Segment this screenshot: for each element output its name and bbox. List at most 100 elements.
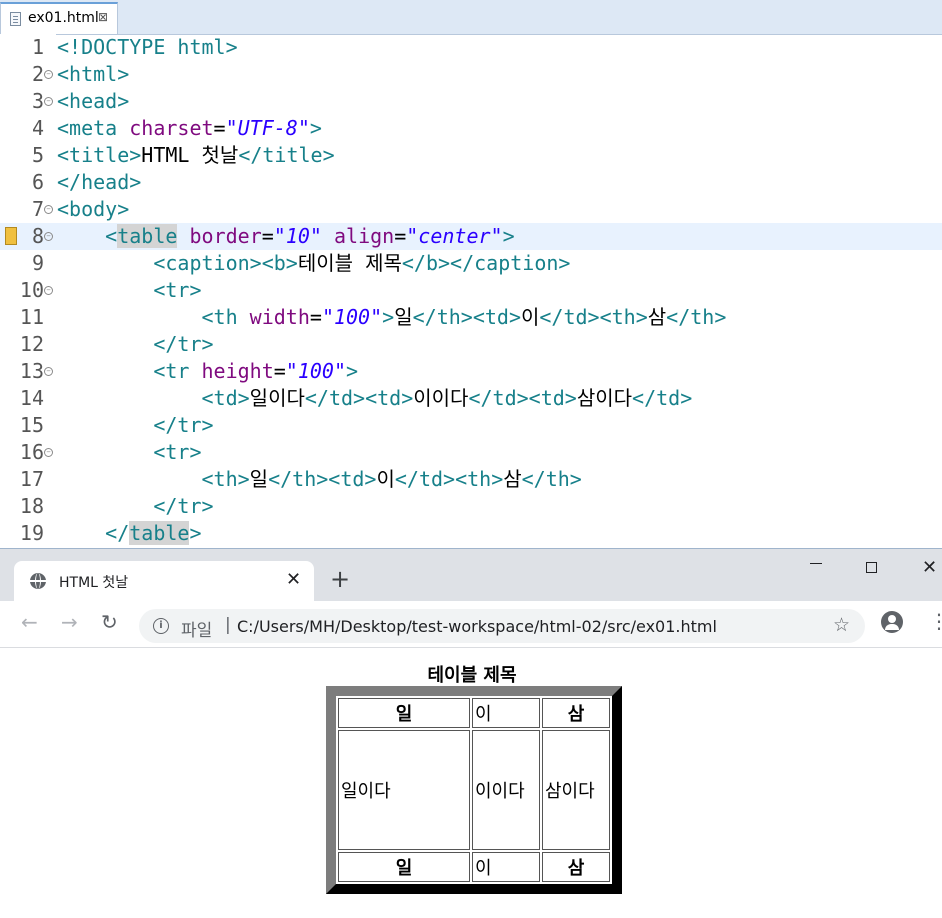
code-token: >: [309, 116, 322, 140]
line-number: 18: [19, 494, 44, 518]
fold-toggle-icon[interactable]: −: [44, 286, 53, 295]
code-token: <caption><b>: [153, 251, 298, 275]
code-token: </b></caption>: [401, 251, 571, 275]
back-button[interactable]: ←: [21, 610, 38, 634]
minimize-button[interactable]: [810, 563, 822, 564]
code-line[interactable]: 17 <th>일</th><td>이</td><th>삼</th>: [0, 466, 942, 493]
forward-button[interactable]: →: [61, 610, 78, 634]
info-icon[interactable]: i: [153, 618, 169, 634]
reload-button[interactable]: ↻: [101, 610, 118, 634]
code-line[interactable]: 15 </tr>: [0, 412, 942, 439]
line-number: 5: [31, 143, 44, 167]
code-line[interactable]: 1 <!DOCTYPE html>: [0, 34, 942, 61]
line-number: 10: [19, 278, 44, 302]
line-number: 11: [19, 305, 44, 329]
fold-toggle-icon[interactable]: −: [44, 97, 53, 106]
code-token: </td><td>: [304, 386, 414, 410]
code-token: >: [346, 359, 359, 383]
code-line[interactable]: 14 <td>일이다</td><td>이이다</td><td>삼이다</td>: [0, 385, 942, 412]
code-token: >: [382, 305, 395, 329]
code-token: </td><th>: [394, 467, 504, 491]
fold-toggle-icon[interactable]: −: [44, 232, 53, 241]
code-line[interactable]: 9 <caption><b>테이블 제목</b></caption>: [0, 250, 942, 277]
code-token: 일이다: [249, 386, 305, 410]
code-line[interactable]: 3− <head>: [0, 88, 942, 115]
close-tab-icon[interactable]: ⊠: [98, 10, 108, 24]
code-line[interactable]: 4 <meta charset="UTF-8">: [0, 115, 942, 142]
code-token: </tr>: [153, 413, 214, 437]
code-token: </td><td>: [468, 386, 577, 410]
code-text: <meta charset="UTF-8">: [57, 115, 322, 142]
code-line[interactable]: 8− <table border="10" align="center">: [0, 223, 942, 250]
code-text: <th width="100">일</th><td>이</td><th>삼</t…: [57, 304, 727, 331]
code-token: <html>: [57, 62, 130, 86]
bookmark-star-icon[interactable]: ☆: [833, 614, 850, 636]
line-number: 16: [19, 440, 44, 464]
line-number: 15: [19, 413, 44, 437]
code-line[interactable]: 2− <html>: [0, 61, 942, 88]
code-line[interactable]: 16− <tr>: [0, 439, 942, 466]
code-token: >: [189, 521, 202, 545]
code-token: </tr>: [153, 494, 214, 518]
code-token: </td>: [632, 386, 693, 410]
code-token: <tr>: [153, 278, 202, 302]
code-token: 일: [394, 305, 413, 329]
code-line[interactable]: 6 </head>: [0, 169, 942, 196]
line-number: 4: [31, 116, 44, 140]
code-token: 이: [376, 467, 395, 491]
code-line[interactable]: 13− <tr height="100">: [0, 358, 942, 385]
code-token: table: [129, 521, 190, 545]
maximize-button[interactable]: [866, 562, 877, 573]
code-text: <head>: [57, 88, 129, 115]
code-line[interactable]: 11 <th width="100">일</th><td>이</td><th>삼…: [0, 304, 942, 331]
code-line[interactable]: 18 </tr>: [0, 493, 942, 520]
code-text: </table>: [57, 520, 202, 547]
code-token: =: [213, 116, 226, 140]
url-text[interactable]: C:/Users/MH/Desktop/test-workspace/html-…: [237, 617, 717, 636]
code-token: align: [334, 224, 395, 248]
code-editor[interactable]: ex01.html ⊠ 1 <!DOCTYPE html> 2− <html> 3− <h…: [0, 0, 942, 548]
code-line[interactable]: 12 </tr>: [0, 331, 942, 358]
window-close-button[interactable]: ✕: [922, 557, 937, 578]
table-row: 일이다 이이다 삼이다: [338, 730, 610, 850]
code-token: </title>: [238, 143, 335, 167]
globe-icon: [30, 573, 46, 589]
code-line[interactable]: 5 <title>HTML 첫날</title>: [0, 142, 942, 169]
code-area[interactable]: 1 <!DOCTYPE html> 2− <html> 3− <head> 4 <meta c…: [0, 34, 942, 547]
code-token: <td>: [201, 386, 250, 410]
scheme-separator: |: [225, 615, 231, 635]
browser-tab[interactable]: HTML 첫날 ✕: [14, 561, 314, 601]
fold-toggle-icon[interactable]: −: [44, 205, 53, 214]
close-tab-button[interactable]: ✕: [286, 569, 301, 590]
line-number: 1: [31, 35, 44, 59]
line-number: 9: [31, 251, 44, 275]
code-token: </th>: [666, 305, 727, 329]
fold-toggle-icon[interactable]: −: [44, 70, 53, 79]
account-circle-icon[interactable]: [881, 611, 903, 633]
fold-toggle-icon[interactable]: −: [44, 367, 53, 376]
table-header-cell: 일: [338, 698, 470, 728]
code-text: </tr>: [57, 493, 214, 520]
new-tab-button[interactable]: +: [330, 567, 350, 591]
editor-tab-ex01[interactable]: ex01.html ⊠: [0, 2, 118, 34]
code-token: >: [502, 224, 515, 248]
code-line[interactable]: 7− <body>: [0, 196, 942, 223]
code-line[interactable]: 10− <tr>: [0, 277, 942, 304]
fold-toggle-icon[interactable]: −: [44, 448, 53, 457]
address-bar[interactable]: i 파일 | C:/Users/MH/Desktop/test-workspac…: [139, 609, 865, 643]
code-token: height: [201, 359, 274, 383]
table-header-cell: 일: [338, 852, 470, 882]
code-text: <body>: [57, 196, 129, 223]
code-line[interactable]: 19 </table>: [0, 520, 942, 547]
html-file-icon: [10, 12, 21, 26]
code-token: "center": [406, 224, 503, 248]
line-number: 17: [19, 467, 44, 491]
browser-menu-button[interactable]: ⋮: [929, 609, 942, 633]
code-token: =: [394, 224, 407, 248]
code-token: 삼이다: [576, 386, 633, 410]
code-token: 테이블 제목: [297, 251, 402, 275]
